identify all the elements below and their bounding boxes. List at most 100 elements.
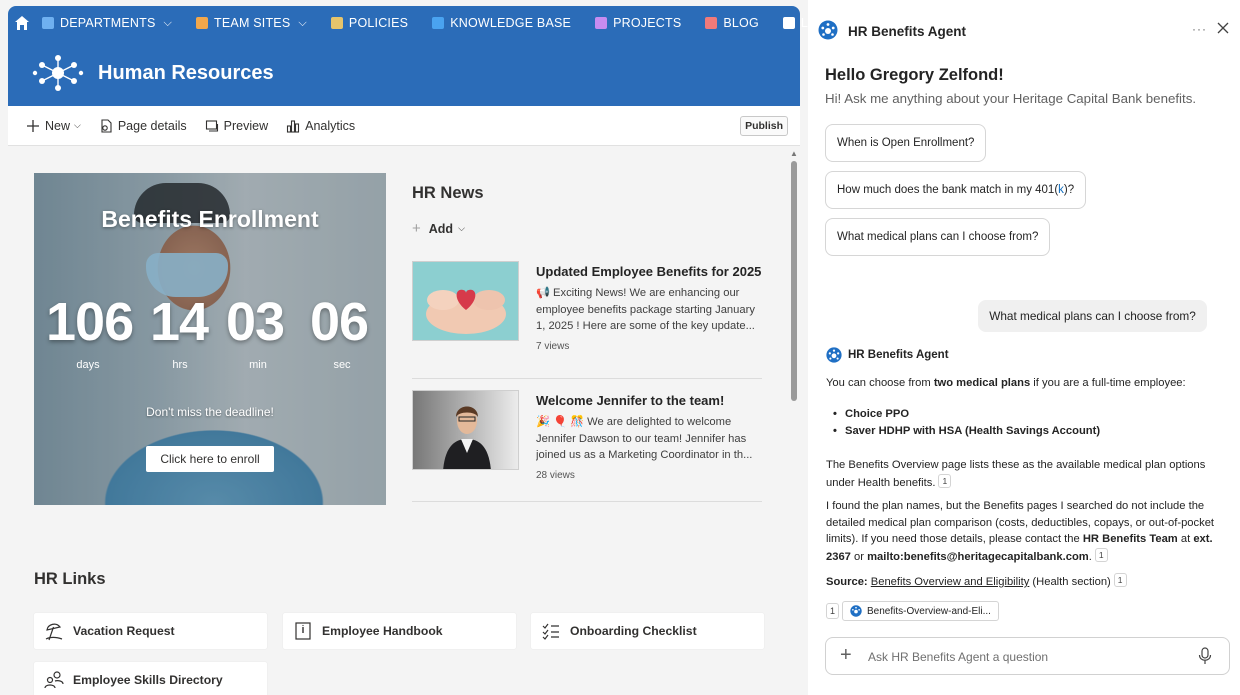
agent-response-intro: You can choose from two medical plans if… xyxy=(826,375,1224,392)
chevron-down-icon: ⌵ xyxy=(74,120,81,130)
suggestion-medical-plans[interactable]: What medical plans can I choose from? xyxy=(825,218,1051,256)
site-header: Human Resources xyxy=(8,40,800,106)
source-label: Source: xyxy=(826,576,868,588)
news-item[interactable]: Welcome Jennifer to the team! 🎉 🎈 🎊 We a… xyxy=(412,390,762,502)
response-text: You can choose from xyxy=(826,377,934,389)
citation-marker[interactable]: 1 xyxy=(938,473,952,488)
page-gear-icon xyxy=(101,118,112,133)
response-text: if you are a full-time employee: xyxy=(1030,377,1186,389)
suggestion-highlight: k xyxy=(1058,184,1064,196)
citation-pill[interactable]: Benefits-Overview-and-Eli... xyxy=(842,601,999,621)
more-options-icon[interactable]: ··· xyxy=(1192,22,1207,36)
nav-item-departments[interactable]: DEPARTMENTS ⌵ xyxy=(30,6,184,40)
citation-marker[interactable]: 1 xyxy=(1094,547,1108,562)
checklist-icon xyxy=(542,623,559,640)
microphone-icon[interactable] xyxy=(1198,647,1212,665)
heart-hands-image xyxy=(413,262,518,340)
nav-item-label: BLOG xyxy=(723,16,759,30)
chevron-down-icon: ⌵ xyxy=(298,16,307,29)
nav-item-icon xyxy=(196,17,209,29)
nav-item-knowledge-base[interactable]: KNOWLEDGE BASE xyxy=(420,6,583,40)
news-item-views: 28 views xyxy=(536,470,575,481)
news-add-button[interactable]: + Add ⌵ xyxy=(412,220,465,237)
countdown-days: 106 xyxy=(46,292,134,352)
news-item-title[interactable]: Updated Employee Benefits for 2025 xyxy=(536,264,766,279)
source-link[interactable]: Benefits Overview and Eligibility xyxy=(871,576,1030,588)
nav-item-icon xyxy=(782,17,795,29)
nav-item-label: LINKS xyxy=(800,16,808,30)
page-details-button[interactable]: Page details xyxy=(99,119,187,133)
enroll-button[interactable]: Click here to enroll xyxy=(146,446,274,472)
citation-reference[interactable]: 1 Benefits-Overview-and-Eli... xyxy=(826,601,999,621)
analytics-button[interactable]: Analytics xyxy=(286,119,355,133)
plus-icon xyxy=(27,119,39,132)
citation-number: 1 xyxy=(826,603,840,619)
suggestion-401k-match[interactable]: How much does the bank match in my 401(k… xyxy=(825,171,1087,209)
nav-item-links[interactable]: LINKS xyxy=(771,6,808,40)
news-item[interactable]: Updated Employee Benefits for 2025 📢 Exc… xyxy=(412,261,762,379)
email-link[interactable]: mailto:benefits@heritagecapitalbank.com xyxy=(867,551,1089,563)
command-bar: New ⌵ Page details Preview Analytics Pub… xyxy=(8,106,800,146)
agent-message-author: HR Benefits Agent xyxy=(848,349,949,361)
agent-panel-title: HR Benefits Agent xyxy=(848,24,967,39)
agent-response-para1: The Benefits Overview page lists these a… xyxy=(826,457,1224,491)
link-label: Employee Skills Directory xyxy=(73,673,223,687)
nav-item-icon xyxy=(432,17,445,29)
page-details-label: Page details xyxy=(117,118,187,133)
response-bold: HR Benefits Team xyxy=(1082,533,1178,545)
add-attachment-icon[interactable]: + xyxy=(840,645,852,665)
link-vacation-request[interactable]: Vacation Request xyxy=(34,613,267,649)
deadline-text: Don't miss the deadline! xyxy=(146,405,274,419)
home-button[interactable] xyxy=(14,6,30,40)
nav-item-label: PROJECTS xyxy=(613,16,682,30)
news-item-title[interactable]: Welcome Jennifer to the team! xyxy=(536,393,766,408)
nav-item-icon xyxy=(330,17,343,29)
hero-title: Benefits Enrollment xyxy=(101,206,319,232)
page-scrollbar[interactable]: ▲ xyxy=(789,147,799,695)
greeting-subtitle: Hi! Ask me anything about your Heritage … xyxy=(825,91,1197,106)
new-button[interactable]: New ⌵ xyxy=(26,119,81,133)
hr-links-title: HR Links xyxy=(34,570,106,588)
countdown-hours-label: hrs xyxy=(172,359,188,371)
analytics-icon xyxy=(287,119,300,133)
publish-button[interactable]: Publish xyxy=(740,116,788,136)
link-label: Vacation Request xyxy=(73,624,175,638)
preview-icon xyxy=(205,119,218,132)
link-employee-skills-directory[interactable]: Employee Skills Directory xyxy=(34,662,267,695)
countdown-days-label: days xyxy=(76,359,100,371)
new-label: New xyxy=(45,118,71,133)
nav-item-blog[interactable]: BLOG xyxy=(693,6,771,40)
suggestion-text: How much does the bank match in my 401(k… xyxy=(837,184,1075,196)
nav-item-team-sites[interactable]: TEAM SITES ⌵ xyxy=(184,6,319,40)
nav-item-label: DEPARTMENTS xyxy=(60,16,156,30)
close-icon[interactable] xyxy=(1217,22,1229,34)
nav-item-policies[interactable]: POLICIES xyxy=(319,6,420,40)
agent-logo-icon xyxy=(818,20,838,40)
agent-panel: HR Benefits Agent ··· Hello Gregory Zelf… xyxy=(808,0,1240,695)
news-item-views: 7 views xyxy=(536,341,570,352)
preview-button[interactable]: Preview xyxy=(205,119,268,133)
news-thumbnail-heart xyxy=(412,261,519,341)
agent-response-para2: I found the plan names, but the Benefits… xyxy=(826,498,1224,565)
people-icon xyxy=(44,671,64,689)
countdown-hours: 14 xyxy=(150,292,209,352)
citation-marker[interactable]: 1 xyxy=(1113,573,1127,587)
link-onboarding-checklist[interactable]: Onboarding Checklist xyxy=(531,613,764,649)
nav-item-label: POLICIES xyxy=(348,16,409,30)
suggestion-open-enrollment[interactable]: When is Open Enrollment? xyxy=(825,124,987,162)
scroll-up-icon[interactable]: ▲ xyxy=(790,149,798,158)
countdown-minutes: 03 xyxy=(226,292,285,352)
top-navigation: DEPARTMENTS ⌵ TEAM SITES ⌵ POLICIES KNOWLEDGE… xyxy=(8,6,808,40)
user-message: What medical plans can I choose from? xyxy=(978,300,1207,332)
response-bullet: Choice PPO xyxy=(833,408,909,420)
scrollbar-thumb[interactable] xyxy=(791,161,797,401)
link-employee-handbook[interactable]: Employee Handbook xyxy=(283,613,516,649)
response-text: The Benefits Overview page lists these a… xyxy=(826,459,1206,489)
agent-logo-icon xyxy=(826,347,842,363)
preview-label: Preview xyxy=(223,118,269,133)
nav-item-projects[interactable]: PROJECTS xyxy=(583,6,693,40)
chevron-down-icon: ⌵ xyxy=(163,16,173,29)
chat-input-box[interactable]: + xyxy=(825,637,1230,675)
chat-input[interactable] xyxy=(868,647,1188,667)
response-bullet: Saver HDHP with HSA (Health Savings Acco… xyxy=(833,425,1100,437)
